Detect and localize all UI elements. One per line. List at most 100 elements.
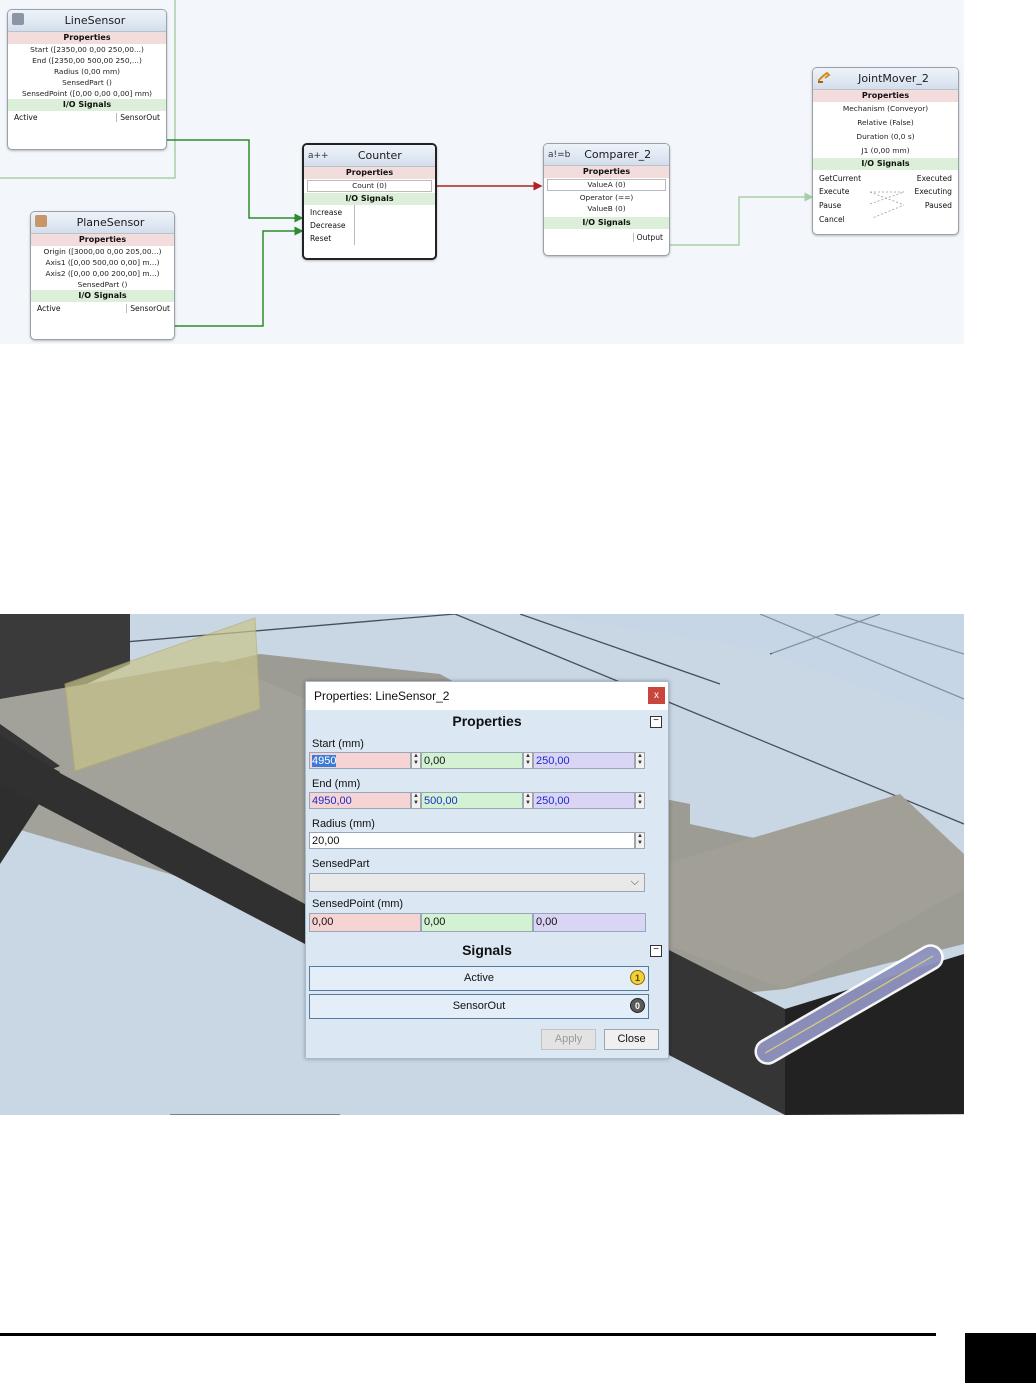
input-signal-active[interactable]: Active: [37, 304, 61, 313]
sensor-icon: [12, 13, 28, 28]
property-row: Duration (0,0 s): [856, 132, 915, 141]
dialog-title: Properties: LineSensor_2: [314, 689, 450, 703]
plane-sensor-header: PlaneSensor: [31, 212, 174, 234]
input-signal-decrease[interactable]: Decrease: [310, 221, 346, 230]
apply-button[interactable]: Apply: [541, 1029, 596, 1050]
chevron-down-icon: ⌵: [630, 876, 639, 888]
signal-name: Active: [464, 972, 494, 984]
end-x-spinner[interactable]: ▲ ▼: [411, 792, 421, 809]
plane-sensor-node[interactable]: PlaneSensor Properties Origin ([3000,00 …: [30, 211, 175, 340]
close-button[interactable]: Close: [604, 1029, 659, 1050]
property-row: Radius (0,00 mm): [53, 67, 121, 76]
end-label: End (mm): [312, 778, 361, 790]
line-sensor-header: LineSensor: [8, 10, 166, 32]
output-signal-executing[interactable]: Executing: [915, 187, 952, 196]
joint-mover-header: JointMover_2: [813, 68, 958, 90]
comparer-icon: a!=b: [548, 149, 571, 160]
start-label: Start (mm): [312, 738, 364, 750]
input-signal-increase[interactable]: Increase: [310, 208, 342, 217]
comparer-node[interactable]: a!=b Comparer_2 Properties ValueA (0) Op…: [543, 143, 670, 256]
internal-signal-links: [869, 191, 905, 218]
end-y-input[interactable]: 500,00: [421, 792, 523, 809]
input-signal-execute[interactable]: Execute: [819, 187, 849, 196]
start-z-spinner[interactable]: ▲ ▼: [635, 752, 645, 769]
joint-mover-node[interactable]: JointMover_2 Properties Mechanism (Conve…: [812, 67, 959, 235]
output-signal-sensorout[interactable]: SensorOut: [126, 304, 170, 313]
counter-header: a++ Counter: [304, 145, 435, 167]
page-marker-block: [965, 1333, 1036, 1383]
sensed-part-dropdown[interactable]: ⌵: [309, 873, 645, 892]
counter-node[interactable]: a++ Counter Properties Count (0) I/O Sig…: [302, 143, 437, 260]
start-y-spinner[interactable]: ▲ ▼: [523, 752, 533, 769]
increment-icon: a++: [308, 150, 329, 161]
io-divider: [354, 205, 355, 245]
io-signals-section-label: I/O Signals: [31, 290, 174, 302]
start-x-input[interactable]: 4950: [309, 752, 411, 769]
radius-label: Radius (mm): [312, 818, 375, 830]
signal-led-icon: 0: [630, 998, 645, 1013]
properties-section-label: Properties: [813, 90, 958, 102]
properties-dialog: Properties: LineSensor_2 x Properties − …: [305, 681, 669, 1059]
signal-name: SensorOut: [452, 1000, 506, 1012]
property-row: Origin ([3000,00 0,00 205,00...): [43, 247, 162, 256]
property-row: Axis2 ([0,00 0,00 200,00] m...): [45, 269, 160, 278]
input-signal-pause[interactable]: Pause: [819, 201, 841, 210]
end-y-spinner[interactable]: ▲ ▼: [523, 792, 533, 809]
end-x-input[interactable]: 4950,00: [309, 792, 411, 809]
signals-section-header: Signals: [462, 942, 512, 958]
collapse-properties-icon[interactable]: −: [650, 716, 662, 728]
end-z-input[interactable]: 250,00: [533, 792, 635, 809]
input-signal-getcurrent[interactable]: GetCurrent: [819, 174, 861, 183]
sensed-point-label: SensedPoint (mm): [312, 898, 404, 910]
input-signal-active[interactable]: Active: [14, 113, 38, 122]
property-row: SensedPart (): [77, 280, 128, 289]
property-row: ValueA (0): [547, 179, 666, 191]
signal-led-icon: 1: [630, 970, 645, 985]
input-signal-cancel[interactable]: Cancel: [819, 215, 845, 224]
property-row: Relative (False): [857, 118, 914, 127]
property-row: Start ([2350,00 0,00 250,00...): [30, 45, 144, 54]
property-row: Operator (==): [579, 193, 634, 202]
radius-spinner[interactable]: ▲ ▼: [635, 832, 645, 849]
output-signal-sensorout[interactable]: SensorOut: [116, 113, 160, 122]
start-x-spinner[interactable]: ▲ ▼: [411, 752, 421, 769]
collapse-signals-icon[interactable]: −: [650, 945, 662, 957]
properties-section-label: Properties: [31, 234, 174, 246]
node-title: JointMover_2: [858, 72, 929, 85]
end-z-spinner[interactable]: ▲ ▼: [635, 792, 645, 809]
link-planesensor-to-decrease: [171, 226, 304, 327]
start-z-input[interactable]: 250,00: [533, 752, 635, 769]
start-y-input[interactable]: 0,00: [421, 752, 523, 769]
output-signal-executed[interactable]: Executed: [917, 174, 952, 183]
output-signal-paused[interactable]: Paused: [925, 201, 952, 210]
io-signals-section-label: I/O Signals: [544, 217, 669, 229]
properties-section-label: Properties: [8, 32, 166, 44]
properties-section-label: Properties: [544, 166, 669, 178]
property-row: ValueB (0): [587, 204, 626, 213]
signal-button-sensorout[interactable]: SensorOut 0: [309, 994, 649, 1019]
link-output-to-execute: [668, 192, 814, 246]
node-title: PlaneSensor: [76, 216, 145, 229]
sensor-icon: [35, 215, 51, 230]
line-sensor-node[interactable]: LineSensor Properties Start ([2350,00 0,…: [7, 9, 167, 150]
close-icon[interactable]: x: [648, 687, 665, 704]
output-signal-output[interactable]: Output: [632, 233, 663, 242]
3d-viewport[interactable]: Properties: LineSensor_2 x Properties − …: [0, 614, 964, 1115]
sensed-point-y-field: 0,00: [421, 913, 533, 932]
input-signal-reset[interactable]: Reset: [310, 234, 331, 243]
property-row: Mechanism (Conveyor): [842, 104, 929, 113]
io-signals-section-label: I/O Signals: [304, 193, 435, 205]
signal-button-active[interactable]: Active 1: [309, 966, 649, 991]
link-linesensor-to-increase: [164, 139, 304, 223]
footer-rule: [0, 1333, 936, 1336]
node-title: LineSensor: [64, 14, 126, 27]
properties-section-header: Properties: [452, 713, 522, 729]
node-title: Counter: [357, 149, 402, 162]
dialog-title-bar: Properties: LineSensor_2: [306, 682, 668, 710]
property-row: Axis1 ([0,00 500,00 0,00] m...): [45, 258, 160, 267]
robot-arm-icon: [817, 70, 833, 87]
io-signals-section-label: I/O Signals: [8, 99, 166, 111]
node-title: Comparer_2: [584, 148, 652, 161]
radius-input[interactable]: 20,00: [309, 832, 635, 849]
comparer-header: a!=b Comparer_2: [544, 144, 669, 166]
